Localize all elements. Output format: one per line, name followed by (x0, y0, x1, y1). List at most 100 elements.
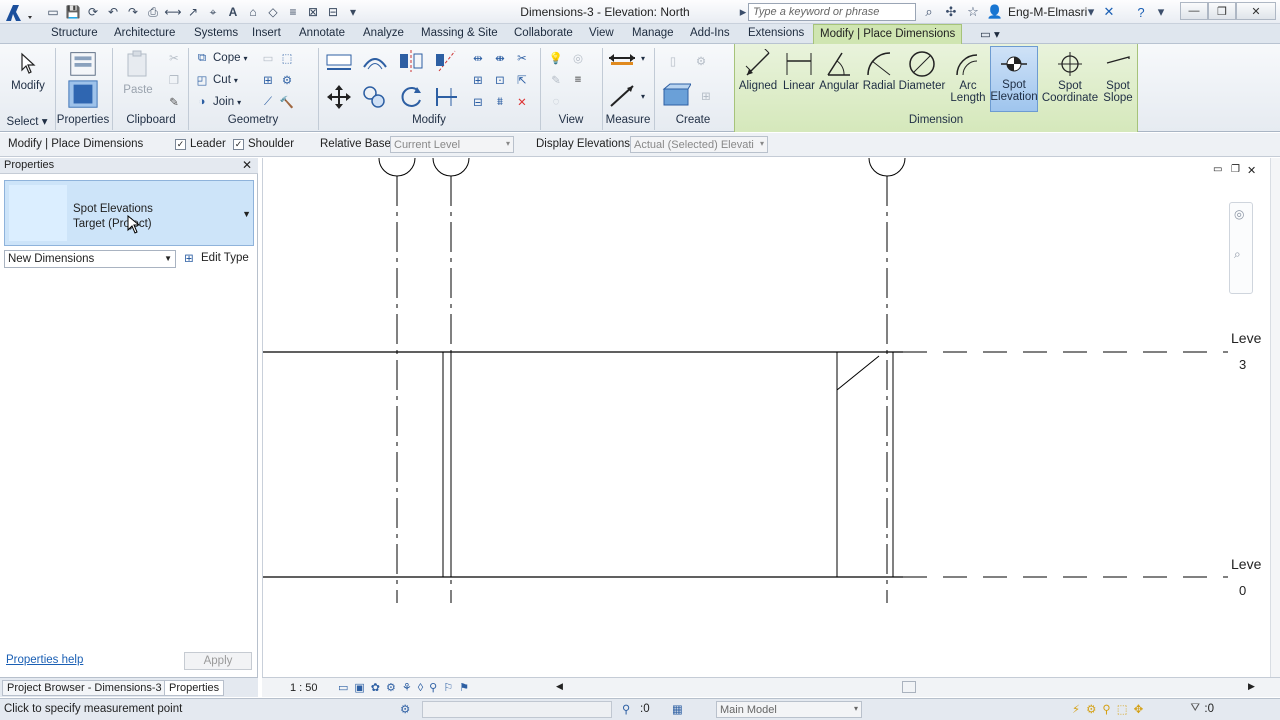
cope-button[interactable]: ⧉ Cope ▾ (194, 50, 248, 66)
scroll-right-icon[interactable]: ▶ (1248, 681, 1255, 692)
tab-manage[interactable]: Manage (632, 27, 674, 39)
tab-insert[interactable]: Insert (252, 27, 281, 39)
wall-joins-icon[interactable]: ⊞ (260, 72, 276, 88)
align-icon[interactable] (324, 48, 354, 74)
tab-properties[interactable]: Properties (164, 680, 225, 696)
split-edge-icon[interactable]: ⟋ (260, 94, 276, 110)
exchange-apps-icon[interactable]: ✕ (1100, 3, 1118, 21)
level-3-name[interactable]: Leve (1231, 330, 1261, 346)
tab-modify-place-dimensions[interactable]: Modify | Place Dimensions (813, 24, 963, 44)
trim-extend-icon[interactable] (432, 84, 462, 110)
tab-architecture[interactable]: Architecture (114, 27, 175, 39)
wall-section[interactable] (836, 351, 894, 578)
filter-icon[interactable]: ⛛ (1190, 702, 1200, 715)
sync-icon[interactable]: ⟳ (84, 3, 102, 21)
paste-button[interactable]: Paste (118, 48, 158, 96)
type-selector[interactable]: Spot Elevations Target (Project) ▼ (4, 180, 254, 246)
user-icon[interactable]: 👤 (986, 3, 1004, 21)
view-control-icons[interactable]: ▭▣✿⚙⚘◊⚲⚐⚑ (338, 681, 475, 694)
aligned-dimension-button[interactable]: Aligned (738, 48, 778, 92)
tab-collaborate[interactable]: Collaborate (514, 27, 573, 39)
tab-extensions[interactable]: Extensions (748, 27, 804, 39)
scale-icon[interactable]: ⊡ (492, 72, 508, 88)
tab-analyze[interactable]: Analyze (363, 27, 404, 39)
create-group-icon[interactable]: ⚙ (690, 50, 712, 72)
close-icon[interactable]: ✕ (1236, 2, 1276, 20)
drawing-canvas[interactable]: Leve 3 Leve 0 ▭ ❐ ✕ ◎ ⌕ (262, 157, 1280, 678)
edit-type-button[interactable]: ⊞ Edit Type (181, 250, 249, 266)
grid-bubble[interactable] (432, 157, 470, 177)
spot-elevation-button[interactable]: Spot Elevation (990, 46, 1038, 112)
editing-requests-icon[interactable]: ⚲ (622, 702, 630, 716)
split-gap-icon[interactable]: ⇼ (492, 50, 508, 66)
type-dropdown-icon[interactable]: ▼ (242, 209, 251, 219)
open-icon[interactable]: ▭ (44, 3, 62, 21)
rotate-icon[interactable] (396, 84, 426, 110)
leader-checkbox[interactable]: ✓ Leader (175, 138, 226, 150)
horizontal-scroll-thumb[interactable] (902, 681, 916, 693)
trim-icon[interactable]: ⩩ (492, 94, 508, 110)
undo-icon[interactable]: ↶ (104, 3, 122, 21)
scroll-left-icon[interactable]: ◀ (556, 681, 563, 692)
arc-length-dimension-button[interactable]: Arc Length (948, 48, 988, 104)
subscription-icon[interactable]: ✣ (942, 3, 960, 21)
offset-icon[interactable] (360, 48, 390, 74)
mirror-axis-icon[interactable] (396, 48, 426, 74)
view-minimize-icon[interactable]: ▭ (1213, 164, 1222, 175)
create-similar-icon[interactable]: ▯ (662, 50, 684, 72)
workset-select[interactable] (422, 701, 612, 718)
close-properties-icon[interactable]: ✕ (242, 158, 252, 172)
tab-systems[interactable]: Systems (194, 27, 238, 39)
split-element-icon[interactable]: ⊟ (470, 94, 486, 110)
split-icon[interactable]: ⇹ (470, 50, 486, 66)
ribbon-minimize-icon[interactable]: ▭ ▾ (980, 27, 1000, 41)
paint-icon[interactable]: ⬚ (279, 50, 295, 66)
binoculars-icon[interactable]: ⌕ (920, 3, 938, 21)
design-options-icon[interactable]: ▦ (672, 702, 683, 716)
apply-button[interactable]: Apply (184, 652, 252, 670)
view-restore-icon[interactable]: ❐ (1231, 164, 1240, 175)
cut-profile-icon[interactable]: ◌ (548, 94, 564, 110)
section-icon[interactable]: ◇ (264, 3, 282, 21)
measure-along-button[interactable]: ▾ (606, 82, 645, 110)
save-icon[interactable]: 💾 (64, 3, 82, 21)
3d-view-icon[interactable]: ⌂ (244, 3, 262, 21)
array-icon[interactable]: ⊞ (470, 72, 486, 88)
hide-icon[interactable]: ◎ (570, 50, 586, 66)
move-icon[interactable] (324, 84, 354, 110)
worksets-icon[interactable]: ⚙ (400, 702, 410, 716)
thin-lines-icon[interactable]: ≡ (284, 3, 302, 21)
level-3-number[interactable]: 3 (1239, 357, 1246, 372)
text-icon[interactable]: A (224, 3, 242, 21)
switch-windows-icon[interactable]: ⊟ (324, 3, 342, 21)
diameter-dimension-button[interactable]: Diameter (898, 48, 946, 92)
tab-view[interactable]: View (589, 27, 614, 39)
redo-icon[interactable]: ↷ (124, 3, 142, 21)
radial-dimension-button[interactable]: Radial (860, 48, 898, 92)
help-icon[interactable]: ? (1132, 3, 1150, 21)
measure-icon[interactable]: ⟷ (164, 3, 182, 21)
copy-clip-icon[interactable]: ❐ (166, 72, 182, 88)
delete-icon[interactable]: ✕ (514, 94, 530, 110)
match-type-icon[interactable]: ✎ (166, 94, 182, 110)
angular-dimension-button[interactable]: Angular (818, 48, 860, 92)
select-panel-label[interactable]: Select ▾ (0, 114, 54, 130)
view-scale[interactable]: 1 : 50 (290, 682, 318, 694)
display-elevations-select[interactable]: Actual (Selected) Elevati ▾ (630, 136, 768, 153)
restore-icon[interactable]: ❐ (1208, 2, 1236, 20)
unpin-icon[interactable]: ✂ (514, 50, 530, 66)
level-0-number[interactable]: 0 (1239, 583, 1246, 598)
design-option-select[interactable]: Main Model ▾ (716, 701, 862, 718)
dimension-icon[interactable]: ↗ (184, 3, 202, 21)
modify-button[interactable]: Modify (8, 48, 48, 92)
split-face-icon[interactable]: ▭ (260, 50, 276, 66)
grid-bubble[interactable] (378, 157, 416, 177)
create-assembly-icon[interactable]: ⊞ (698, 88, 714, 104)
level-0-name[interactable]: Leve (1231, 556, 1261, 572)
cut-geometry-button[interactable]: ◰ Cut ▾ (194, 72, 238, 88)
zoom-icon[interactable]: ⌕ (1234, 247, 1241, 262)
close-hidden-icon[interactable]: ⊠ (304, 3, 322, 21)
wall-section[interactable] (442, 351, 452, 578)
favorites-star-icon[interactable]: ☆ (964, 3, 982, 21)
tab-add-ins[interactable]: Add-Ins (690, 27, 730, 39)
